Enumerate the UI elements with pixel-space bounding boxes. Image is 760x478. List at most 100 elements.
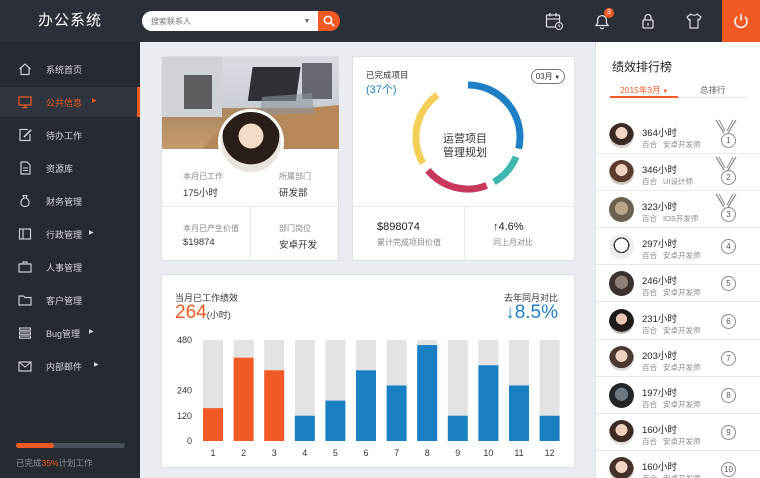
home-icon <box>19 63 31 76</box>
ranking-row[interactable]: 246小时 百合 安卓开发师 5 <box>596 265 760 303</box>
bar-month-5[interactable] <box>325 400 346 441</box>
tab-this-month[interactable]: 2015年3月 ▼ <box>620 84 668 96</box>
bar-month-3[interactable] <box>264 370 285 441</box>
produced-value-label: 本月已产生价值 <box>183 224 239 233</box>
rank-subtitle: 百合安卓开发师 <box>642 399 701 410</box>
avatar[interactable] <box>609 456 634 478</box>
monitor-icon <box>18 96 32 109</box>
rank-number: 1 <box>721 133 736 148</box>
chevron-right-icon: ▶ <box>89 230 94 236</box>
avatar[interactable] <box>609 160 634 186</box>
search-button[interactable] <box>318 11 340 31</box>
month-select[interactable]: 03月 ▼ <box>531 69 565 84</box>
sidebar-item-customers[interactable]: 客户管理 <box>0 285 140 315</box>
sidebar-item-label: 财务管理 <box>46 197 83 207</box>
avatar[interactable] <box>609 271 634 297</box>
ranking-row[interactable]: 160小时 百合 安卓开发师 9 <box>596 414 760 451</box>
bar-month-9[interactable] <box>447 415 468 441</box>
rank-role: 安卓开发师 <box>663 325 701 335</box>
bar-month-2[interactable] <box>233 357 254 441</box>
sidebar-item-label: 内部邮件 <box>46 362 83 372</box>
bar-month-7[interactable] <box>386 385 407 441</box>
tab-all-time[interactable]: 总排行 <box>700 84 726 96</box>
rank-hours: 323小时 <box>642 202 677 214</box>
search-input[interactable] <box>142 11 318 31</box>
tab-this-month-label: 2015年3月 <box>620 85 661 95</box>
rank-hours: 160小时 <box>642 424 677 436</box>
x-tick-label: 10 <box>483 448 493 458</box>
x-tick-label: 11 <box>514 448 523 458</box>
user-avatar[interactable] <box>218 109 284 175</box>
sidebar-item-mail[interactable]: 内部邮件 ▶ <box>0 351 140 381</box>
app-title: 办公系统 <box>37 12 102 29</box>
rank-role: 安卓开发师 <box>663 140 701 149</box>
work-progress-bar <box>16 443 125 448</box>
rank-role: 安卓开发师 <box>663 288 701 298</box>
lock-icon <box>642 13 654 29</box>
rank-subtitle: 百合 IOS开发师 <box>642 213 698 224</box>
theme-button[interactable] <box>684 11 704 31</box>
bar-month-1[interactable] <box>203 408 223 441</box>
avatar[interactable] <box>609 419 634 445</box>
sidebar-item-bugs[interactable]: Bug管理 ▶ <box>0 318 140 348</box>
produced-value-cell: 本月已产生价值 $19874 <box>183 223 239 248</box>
rank-company: 百合 <box>642 474 657 478</box>
avatar[interactable] <box>609 197 634 223</box>
rank-subtitle: 百合安卓开发师 <box>642 473 701 478</box>
avatar[interactable] <box>609 234 634 260</box>
ranking-row[interactable]: 364小时 百合 安卓开发师 1 <box>596 117 760 154</box>
progress-percent: 35% <box>41 458 59 468</box>
sidebar-item-admin[interactable]: 行政管理 ▶ <box>0 219 140 249</box>
bar-month-11[interactable] <box>509 385 529 441</box>
money-bag-icon <box>20 194 30 208</box>
progress-prefix: 已完成 <box>16 458 42 468</box>
x-tick-label: 4 <box>302 448 307 458</box>
bar-month-4[interactable] <box>294 415 315 441</box>
bar-month-8[interactable] <box>417 345 438 441</box>
projects-title: 已完成项目 <box>366 70 409 80</box>
avatar[interactable] <box>609 308 634 334</box>
bar-month-6[interactable] <box>356 370 376 441</box>
position-value: 安卓开发 <box>279 240 318 251</box>
sidebar-item-finance[interactable]: 财务管理 <box>0 186 140 216</box>
ranking-row[interactable]: 197小时 百合 安卓开发师 8 <box>596 377 760 414</box>
ring-center-line2: 管理规划 <box>443 147 487 159</box>
x-tick-label: 5 <box>333 448 338 458</box>
sidebar-item-resources[interactable]: 资源库 <box>0 153 140 183</box>
search-dropdown-icon[interactable]: ▼ <box>302 17 312 27</box>
work-hours-label: 本月已工作 <box>183 172 223 181</box>
sidebar-item-hr[interactable]: 人事管理 <box>0 252 140 282</box>
ranking-row[interactable]: 203小时 百合 安卓开发师 7 <box>596 340 760 377</box>
y-tick-label: 240 <box>177 386 192 396</box>
rank-company: 百合 <box>642 251 657 261</box>
total-project-value-label: 累计完成项目价值 <box>377 238 441 247</box>
tab-active-indicator <box>610 96 678 98</box>
sidebar-item-todo[interactable]: 待办工作 <box>0 120 140 150</box>
rank-subtitle: 百合安卓开发师 <box>642 362 701 373</box>
calendar-button[interactable] <box>544 11 564 31</box>
rank-subtitle: 百合安卓开发师 <box>642 287 701 298</box>
bar-month-12[interactable] <box>539 415 560 441</box>
y-tick-label: 480 <box>177 335 192 345</box>
notification-button[interactable]: 3 <box>592 8 614 31</box>
ranking-row[interactable]: 346小时 百合 UI设计师 2 <box>596 154 760 192</box>
department-cell: 所属部门 研发部 <box>279 171 311 199</box>
avatar[interactable] <box>609 345 634 371</box>
ranking-row[interactable]: 160小时百合 安卓开发师 10 <box>596 451 760 478</box>
rank-hours: 197小时 <box>642 387 677 399</box>
avatar[interactable] <box>609 382 634 408</box>
ranking-row[interactable]: 323小时 百合 IOS开发师 3 <box>596 191 760 229</box>
rank-role: 安卓开发师 <box>663 251 701 261</box>
avatar[interactable] <box>609 123 634 148</box>
projects-count: (37个) <box>366 84 397 96</box>
logout-button[interactable] <box>722 0 760 42</box>
sidebar-item-public-info[interactable]: 公共信息 ▶ <box>0 87 140 117</box>
chart-hours-total: 264(小时) <box>175 302 231 324</box>
ranking-row[interactable]: 297小时 百合 安卓开发师 4 <box>596 228 760 266</box>
bar-month-10[interactable] <box>478 365 499 441</box>
sidebar-item-home[interactable]: 系统首页 <box>0 54 140 84</box>
sidebar-item-label: Bug管理 <box>46 329 81 339</box>
work-progress-fill <box>16 443 55 448</box>
lock-button[interactable] <box>638 11 658 31</box>
ranking-row[interactable]: 231小时 百合 安卓开发师 6 <box>596 303 760 340</box>
